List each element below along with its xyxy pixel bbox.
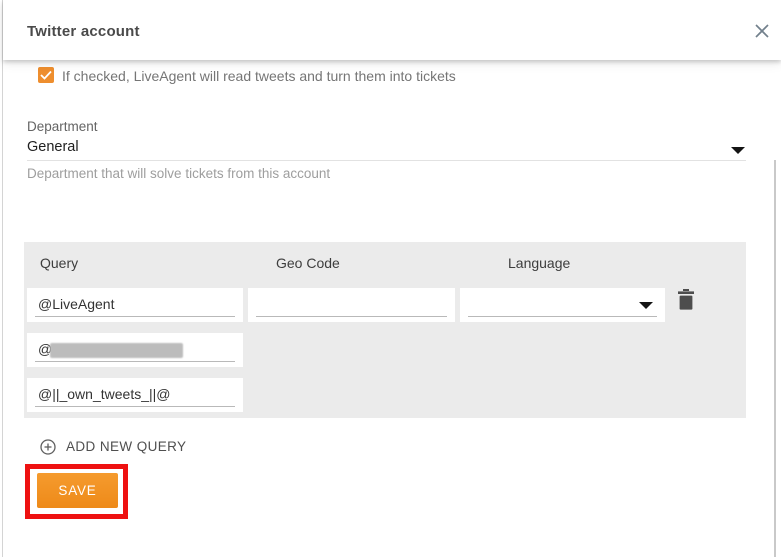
dialog-border — [2, 0, 3, 557]
trash-icon — [677, 289, 695, 310]
column-header-language: Language — [508, 255, 570, 271]
input-underline — [35, 316, 235, 317]
geo-code-input-wrapper — [248, 288, 455, 322]
dialog-title: Twitter account — [27, 23, 140, 40]
department-select[interactable]: General — [27, 139, 79, 155]
delete-row-button[interactable] — [677, 289, 695, 310]
save-button[interactable]: SAVE — [37, 473, 118, 508]
circle-plus-icon — [40, 439, 56, 455]
redacted-text-blur — [50, 343, 183, 358]
query-input-wrapper — [27, 288, 243, 322]
input-underline — [468, 316, 657, 317]
input-underline — [35, 361, 235, 362]
column-header-query: Query — [40, 255, 78, 271]
department-label: Department — [27, 119, 98, 134]
department-helper-text: Department that will solve tickets from … — [27, 166, 330, 181]
scrollbar[interactable] — [774, 160, 776, 557]
chevron-down-icon[interactable] — [639, 302, 653, 309]
close-icon — [753, 22, 771, 40]
annotation-red-box: SAVE — [25, 464, 128, 519]
checkmark-icon — [40, 70, 52, 80]
dialog-header: Twitter account — [3, 0, 781, 60]
input-underline — [35, 406, 235, 407]
chevron-down-icon[interactable] — [731, 147, 745, 154]
department-underline — [27, 160, 746, 161]
query-table-panel: Query Geo Code Language — [24, 242, 746, 418]
read-tweets-checkbox[interactable] — [38, 67, 54, 83]
language-select-wrapper — [460, 288, 665, 322]
column-header-geo-code: Geo Code — [276, 255, 340, 271]
close-button[interactable] — [753, 22, 771, 40]
input-underline — [256, 316, 447, 317]
query-input-wrapper — [27, 333, 243, 367]
query-input-wrapper — [27, 378, 243, 412]
add-new-query-label: ADD NEW QUERY — [66, 439, 186, 454]
read-tweets-checkbox-label: If checked, LiveAgent will read tweets a… — [62, 68, 456, 84]
